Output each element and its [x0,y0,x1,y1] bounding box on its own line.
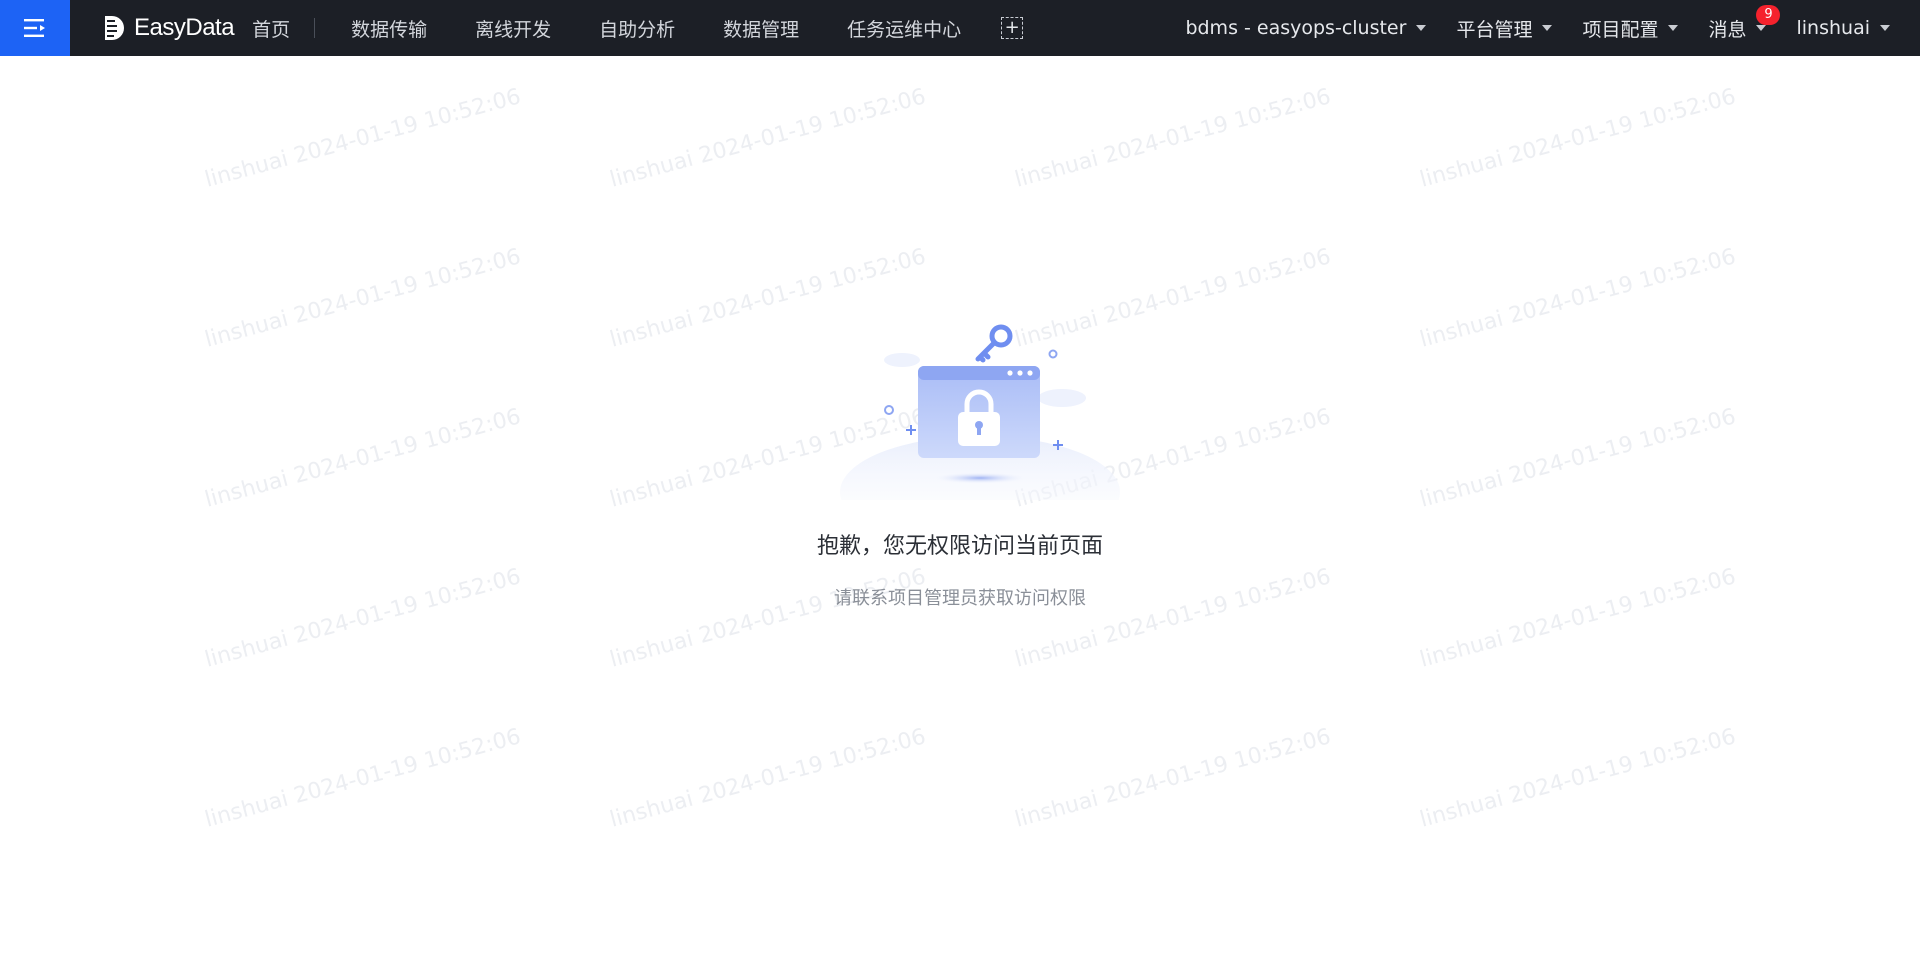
caret-down-icon [1542,25,1553,31]
project-config-dropdown[interactable]: 项目配置 [1582,15,1679,42]
no-permission-subtitle: 请联系项目管理员获取访问权限 [834,588,1086,609]
nav-home[interactable]: 首页 [252,0,290,56]
watermark-text: linshuai 2024-01-19 10:52:06 [607,724,929,833]
watermark-text: linshuai 2024-01-19 10:52:06 [1417,84,1739,193]
platform-management-dropdown[interactable]: 平台管理 [1456,15,1553,42]
project-config-label: 项目配置 [1582,18,1659,41]
watermark-text: linshuai 2024-01-19 10:52:06 [1417,724,1739,833]
platform-management-label: 平台管理 [1456,18,1533,41]
caret-down-icon [1668,25,1679,31]
nav-data-management[interactable]: 数据管理 [723,0,799,56]
menu-toggle-button[interactable] [0,0,70,56]
cluster-dropdown[interactable]: bdms - easyops-cluster [1185,17,1427,39]
messages-dropdown[interactable]: 消息 9 [1708,4,1781,42]
nav-task-ops-center[interactable]: 任务运维中心 [847,0,961,56]
add-nav-button[interactable]: + [1001,17,1024,39]
right-nav: bdms - easyops-cluster 平台管理 项目配置 消息 9 li… [1185,0,1920,56]
brand-logo[interactable]: EasyData [102,0,235,56]
watermark-text: linshuai 2024-01-19 10:52:06 [607,84,929,193]
top-bar: EasyData 首页 数据传输 离线开发 自助分析 数据管理 任务运维中心 +… [0,0,1920,56]
messages-label: 消息 [1708,18,1747,41]
nav-offline-dev[interactable]: 离线开发 [475,0,551,56]
watermark-text: linshuai 2024-01-19 10:52:06 [1012,724,1334,833]
watermark-text: linshuai 2024-01-19 10:52:06 [202,724,524,833]
caret-down-icon [1416,25,1427,31]
message-count-badge: 9 [1756,4,1781,25]
nav-divider [314,18,316,38]
cluster-label: bdms - easyops-cluster [1185,17,1407,39]
nav-self-analysis[interactable]: 自助分析 [599,0,675,56]
easydata-logo-icon [105,16,124,40]
watermark-text: linshuai 2024-01-19 10:52:06 [1012,84,1334,193]
watermark-text: linshuai 2024-01-19 10:52:06 [202,84,524,193]
caret-down-icon [1880,25,1890,31]
no-permission-state: 抱歉，您无权限访问当前页面 请联系项目管理员获取访问权限 [0,320,1920,610]
user-name: linshuai [1796,17,1870,39]
brand-name: EasyData [134,14,235,41]
nav-data-transfer[interactable]: 数据传输 [351,0,427,56]
user-dropdown[interactable]: linshuai [1796,17,1890,39]
caret-down-icon [1756,25,1767,31]
main-nav: 数据传输 离线开发 自助分析 数据管理 任务运维中心 + [351,0,1024,56]
locked-window-illustration [840,324,1120,500]
no-permission-title: 抱歉，您无权限访问当前页面 [816,534,1103,559]
menu-icon [24,19,45,37]
